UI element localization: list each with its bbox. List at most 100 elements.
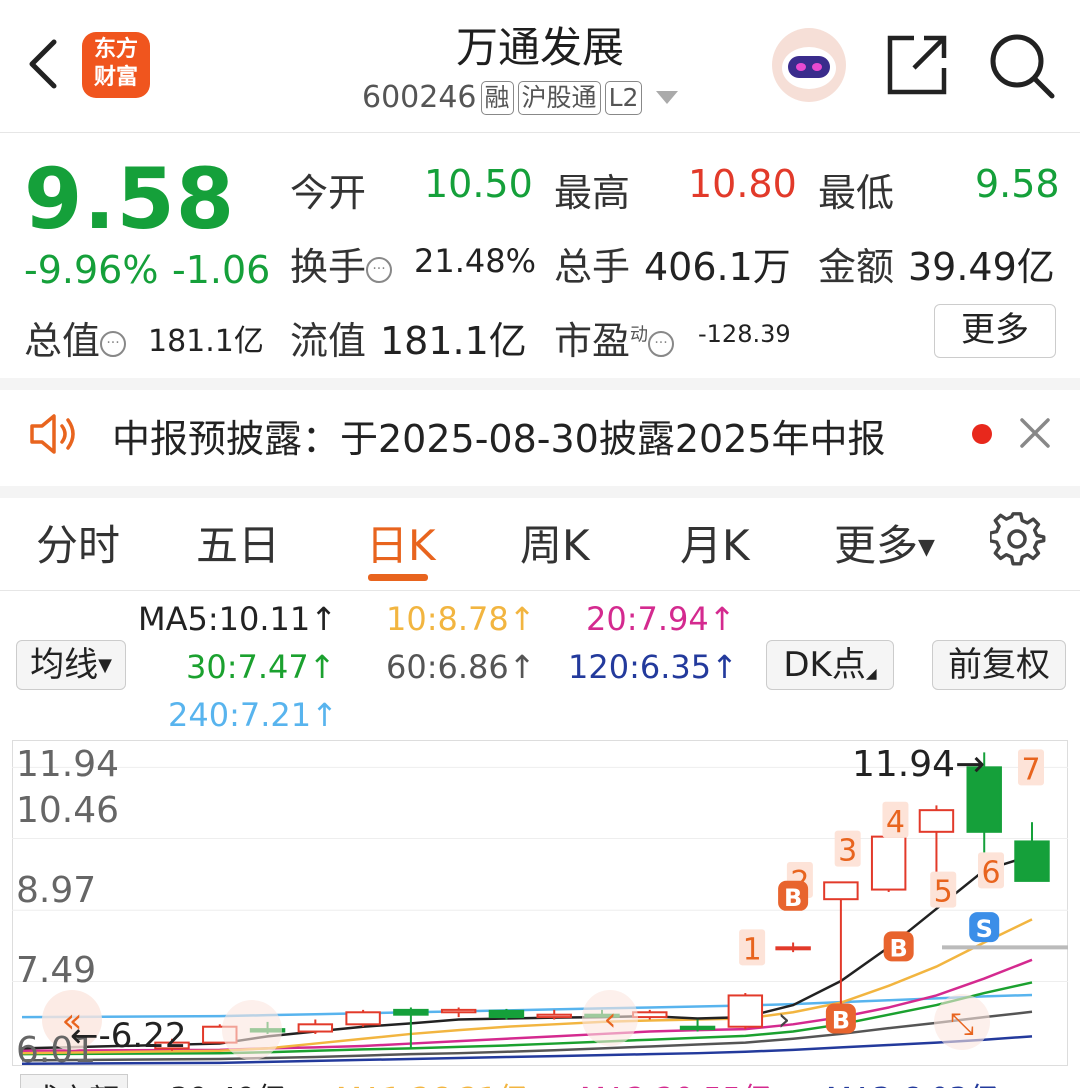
info-icon[interactable]: ···	[648, 330, 675, 357]
nav-dot	[222, 1000, 282, 1060]
chevron-left-icon: ‹	[604, 1000, 617, 1038]
y-tick-label: 7.49	[16, 950, 97, 991]
tab-five-day[interactable]: 五日	[196, 512, 280, 573]
price-adjust-button[interactable]: 前复权	[932, 640, 1066, 690]
last-price: 9.58	[24, 150, 236, 248]
dropdown-triangle-icon: ▼	[918, 535, 935, 560]
candle-body	[823, 881, 859, 901]
chevron-right-icon: ›	[778, 1000, 791, 1038]
pe-dynamic-mark: 动	[630, 324, 649, 346]
notice-text[interactable]: 中报预披露：于2025-08-30披露2025年中报	[112, 408, 886, 463]
candle-body	[440, 1008, 477, 1014]
dk-point-button[interactable]: DK点◢	[766, 640, 894, 690]
volume-indicator-selector[interactable]: 成交额	[20, 1074, 128, 1088]
tab-daily-k[interactable]: 日K	[366, 512, 436, 573]
share-icon[interactable]	[884, 32, 950, 98]
divider	[0, 378, 1080, 390]
divider	[0, 590, 1080, 591]
change-amount: -1.06	[172, 248, 271, 292]
dropdown-triangle-icon: ▼	[98, 655, 112, 676]
pe-value: -128.39	[698, 320, 791, 348]
y-tick-label: 8.97	[16, 870, 97, 911]
trade-signal-S: S	[976, 915, 993, 943]
trade-signal-B: B	[832, 1007, 850, 1035]
ma20-value: 20:7.94↑	[586, 600, 736, 638]
ma240-value: 240:7.21↑	[168, 696, 338, 734]
candle-body	[632, 1011, 668, 1019]
turnover-label-text: 换手	[290, 245, 367, 289]
dk-marker-6: 6	[981, 855, 1000, 890]
ma30-value: 30:7.47↑	[186, 648, 336, 686]
candle-body	[345, 1011, 381, 1026]
assistant-robot-icon[interactable]	[772, 28, 846, 102]
tab-weekly-k[interactable]: 周K	[520, 512, 590, 573]
ma-selector-button[interactable]: 均线▼	[16, 640, 126, 690]
candle-body	[775, 946, 811, 951]
quote-more-button[interactable]: 更多	[934, 304, 1056, 358]
low-value: 9.58	[975, 162, 1060, 206]
market-cap-value: 181.1亿	[148, 324, 264, 359]
close-icon[interactable]	[1018, 416, 1052, 450]
volume-ma3: MA3:6.03亿	[826, 1074, 998, 1088]
tab-intraday[interactable]: 分时	[36, 512, 120, 573]
tab-more-label: 更多	[834, 521, 919, 570]
float-cap-value: 181.1亿	[380, 319, 527, 363]
turnover-label[interactable]: 换手 ···	[290, 236, 393, 291]
candle-body	[918, 809, 955, 833]
change-percent: -9.96%	[24, 248, 159, 292]
candle-body	[679, 1025, 716, 1031]
settings-gear-icon[interactable]	[990, 512, 1046, 568]
high-value: 10.80	[688, 162, 797, 206]
amount-label: 金额	[818, 245, 895, 289]
stock-code-row[interactable]: 600246 融 沪股通 L2	[362, 80, 679, 115]
market-cap-label[interactable]: 总值 ···	[24, 310, 127, 365]
volume-label: 总手	[554, 245, 631, 289]
volume-amount: 39.49亿	[170, 1074, 286, 1088]
pe-label-text: 市盈	[554, 319, 631, 363]
market-cap-label-text: 总值	[24, 319, 101, 363]
ma10-value: 10:8.78↑	[386, 600, 536, 638]
search-icon[interactable]	[986, 30, 1056, 100]
ma120-value: 120:6.35↑	[568, 648, 738, 686]
tab-monthly-k[interactable]: 月K	[680, 512, 750, 573]
dk-point-label: DK点	[783, 645, 866, 685]
turnover-value: 21.48%	[414, 242, 537, 280]
candle-body	[870, 835, 907, 891]
expand-icon: ⤡	[950, 1007, 974, 1042]
ma-selector-label: 均线	[30, 645, 99, 685]
pe-label[interactable]: 市盈动 ···	[554, 310, 675, 365]
top-bar: 东方 财富 万通发展 600246 融 沪股通 L2	[0, 0, 1080, 133]
open-value: 10.50	[424, 162, 533, 206]
max-price-label: 11.94→	[852, 744, 986, 785]
tag-connect: 沪股通	[517, 80, 601, 115]
trade-signal-B: B	[784, 884, 802, 912]
speaker-icon	[30, 414, 75, 454]
volume-ma1: MA1:26.21亿	[336, 1074, 527, 1088]
float-cap-label: 流值	[290, 319, 367, 363]
candle-body	[1014, 840, 1050, 882]
volume-value: 406.1万	[644, 245, 791, 289]
tab-more[interactable]: 更多▼	[834, 512, 935, 573]
dropdown-triangle-icon[interactable]	[656, 91, 679, 104]
max-price-value: 11.94	[852, 744, 956, 785]
dk-marker-4: 4	[886, 805, 905, 840]
amount-value: 39.49亿	[908, 245, 1055, 289]
candle-body	[297, 1023, 334, 1033]
high-label: 最高	[554, 171, 631, 215]
candle-body	[393, 1008, 429, 1016]
dk-marker-5: 5	[934, 875, 953, 910]
active-tab-indicator	[368, 574, 428, 581]
candle-body	[727, 994, 764, 1028]
min-price-value: 6.22	[110, 1016, 187, 1056]
info-icon[interactable]: ···	[366, 256, 393, 283]
stock-code: 600246	[362, 80, 477, 115]
candle-body	[488, 1009, 525, 1019]
volume-indicator-row: 成交额 39.49亿 MA1:26.21亿 MA2:20.55亿 MA3:6.0…	[0, 1066, 1080, 1088]
dk-marker-3: 3	[838, 834, 857, 869]
ma60-value: 60:6.86↑	[386, 648, 536, 686]
y-tick-label: 10.46	[16, 790, 120, 831]
unread-dot	[972, 424, 992, 444]
divider	[0, 486, 1080, 498]
corner-triangle-icon: ◢	[865, 666, 877, 682]
info-icon[interactable]: ···	[100, 330, 127, 357]
